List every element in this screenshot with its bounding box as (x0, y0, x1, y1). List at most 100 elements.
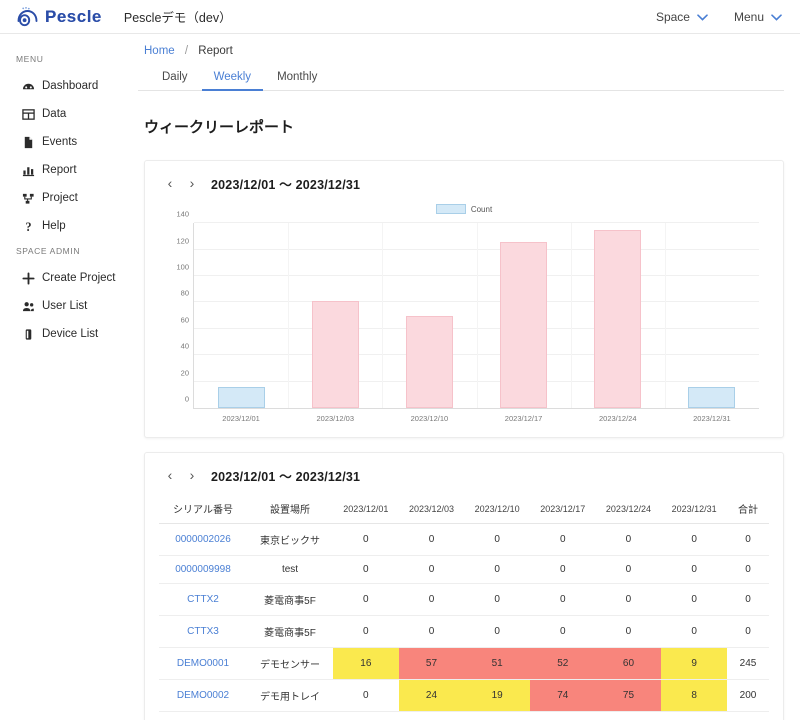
chevron-down-icon (697, 10, 708, 24)
sidebar-item-label: Create Project (42, 272, 116, 284)
chart-bar[interactable] (311, 301, 359, 409)
app-header: Pescle Pescleデモ（dev） Space Menu (0, 0, 800, 34)
page-title: ウィークリーレポート (144, 119, 295, 137)
table-range-nav: ‹ › 2023/12/01 ～ 2023/12/31 (145, 453, 783, 491)
table-row: CTTX2 菱電商事5F 0 0 0 0 0 0 0 (159, 583, 769, 617)
breadcrumb-home-link[interactable]: Home (144, 45, 175, 57)
table-grid-icon (22, 108, 35, 121)
chart-next-button[interactable]: › (181, 173, 203, 193)
table-cell-place: test (247, 555, 333, 585)
table-cell-value: 0 (595, 615, 662, 649)
tab-monthly[interactable]: Monthly (265, 66, 329, 91)
table-cell-place: デモセンサー (247, 647, 333, 681)
table-cell-serial-link[interactable]: 0000009998 (159, 555, 247, 585)
space-menu-label: Space (655, 9, 690, 24)
app-logo[interactable]: Pescle (16, 6, 102, 28)
table-column-header-total: 合計 (727, 495, 769, 525)
table-cell-serial-link[interactable]: DEMO0002 (159, 679, 247, 713)
chart-plot-area: 0 20 40 60 80 100 120 140 2023/12/01 2023/12/03 20… (176, 210, 759, 423)
table-cell-serial-link[interactable]: PS123 (159, 712, 247, 720)
table-cell-value: 0 (529, 583, 596, 617)
chart-y-tick: 80 (180, 288, 189, 298)
sidebar-item-dashboard[interactable]: Dashboard (0, 72, 130, 100)
sidebar-item-events[interactable]: Events (0, 128, 130, 156)
table-column-header-d6: 2023/12/31 (661, 495, 727, 525)
table-cell-value: 0 (398, 615, 465, 649)
table-cell-value: 0 (333, 523, 399, 557)
sidebar-item-user-list[interactable]: User List (0, 292, 130, 320)
table-cell-serial-link[interactable]: CTTX2 (159, 583, 247, 617)
report-table: シリアル番号 設置場所 2023/12/01 2023/12/03 2023/12/10… (159, 495, 769, 720)
table-cell-value: 0 (333, 712, 399, 720)
device-icon (22, 328, 35, 341)
table-cell-value: 0 (595, 555, 662, 585)
chart-bar[interactable] (688, 386, 736, 409)
tab-daily[interactable]: Daily (150, 66, 200, 91)
sitemap-icon (22, 192, 35, 205)
space-menu-button[interactable]: Space (656, 10, 708, 24)
sidebar-item-report[interactable]: Report (0, 156, 130, 184)
sidebar-item-label: Project (42, 192, 78, 204)
table-cell-value: 0 (529, 555, 596, 585)
table-cell-value: 0 (398, 583, 465, 617)
main-menu-label: Menu (733, 9, 764, 24)
table-header-row: シリアル番号 設置場所 2023/12/01 2023/12/03 2023/12/10… (159, 495, 769, 525)
table-cell-value: 0 (595, 523, 662, 557)
sidebar-item-label: Help (42, 220, 66, 232)
table-cell-value: 60 (595, 647, 662, 681)
table-cell-value: 0 (333, 615, 399, 649)
table-row: 0000009998 test 0 0 0 0 0 0 0 (159, 555, 769, 585)
chart-bar[interactable] (500, 241, 548, 409)
table-cell-value: 0 (464, 615, 530, 649)
main-content: Home / Report Daily Weekly Monthly ウィークリ… (130, 34, 800, 720)
table-cell-serial-link[interactable]: CTTX3 (159, 615, 247, 649)
table-body: 0000002026 東京ビックサ 0 0 0 0 0 0 0 0000009998 test 0 0 0… (159, 523, 769, 720)
table-cell-serial-link[interactable]: 0000002026 (159, 523, 247, 557)
sidebar-item-label: Dashboard (42, 80, 99, 92)
table-row: PS123test0000000 (159, 712, 769, 720)
table-column-header-d4: 2023/12/17 (529, 495, 596, 525)
dashboard-icon (22, 80, 35, 93)
chart-prev-button[interactable]: ‹ (159, 173, 181, 193)
table-cell-total: 0 (727, 583, 769, 617)
breadcrumb-separator: / (184, 45, 189, 57)
chart-bar[interactable] (217, 386, 265, 409)
table-row: 0000002026 東京ビックサ 0 0 0 0 0 0 0 (159, 523, 769, 557)
chart-x-tick: 2023/12/17 (504, 414, 543, 424)
sidebar-item-label: Report (42, 164, 77, 176)
table-cell-value: 0 (529, 615, 596, 649)
table-cell-value: 0 (333, 679, 399, 713)
table-cell-total: 200 (727, 679, 769, 713)
bar-chart-icon (22, 164, 35, 177)
chart-x-tick: 2023/12/03 (316, 414, 355, 424)
legend-swatch-count (435, 204, 466, 215)
tab-weekly[interactable]: Weekly (201, 66, 264, 91)
sidebar-item-create-project[interactable]: Create Project (0, 264, 130, 292)
sidebar-item-help[interactable]: ? Help (0, 212, 130, 240)
chart-bar[interactable] (594, 229, 642, 409)
chart-y-tick: 20 (180, 368, 189, 378)
chart-y-tick: 140 (176, 209, 189, 219)
sidebar-item-data[interactable]: Data (0, 100, 130, 128)
table-column-header-d1: 2023/12/01 (333, 495, 399, 525)
header-actions: Space Menu (656, 10, 786, 24)
sidebar-item-device-list[interactable]: Device List (0, 320, 130, 348)
question-mark-icon: ? (22, 220, 35, 233)
chart-bar[interactable] (405, 315, 453, 409)
table-cell-value: 0 (661, 712, 727, 720)
table-cell-value: 24 (398, 679, 465, 713)
table-cell-value: 0 (464, 712, 530, 720)
table-cell-place: デモ用トレイ (247, 679, 333, 713)
table-next-button[interactable]: › (181, 465, 203, 485)
report-tabs: Daily Weekly Monthly (138, 66, 784, 91)
chart-x-tick: 2023/12/01 (222, 414, 260, 424)
sidebar-item-project[interactable]: Project (0, 184, 130, 212)
table-range-label: 2023/12/01 ～ 2023/12/31 (211, 469, 361, 484)
table-cell-value: 52 (529, 647, 596, 681)
table-cell-serial-link[interactable]: DEMO0001 (159, 647, 247, 681)
table-column-header-serial: シリアル番号 (159, 495, 247, 525)
chart-y-tick: 40 (180, 341, 189, 351)
table-prev-button[interactable]: ‹ (159, 465, 181, 485)
main-menu-button[interactable]: Menu (734, 10, 782, 24)
logo-text: Pescle (45, 6, 102, 26)
